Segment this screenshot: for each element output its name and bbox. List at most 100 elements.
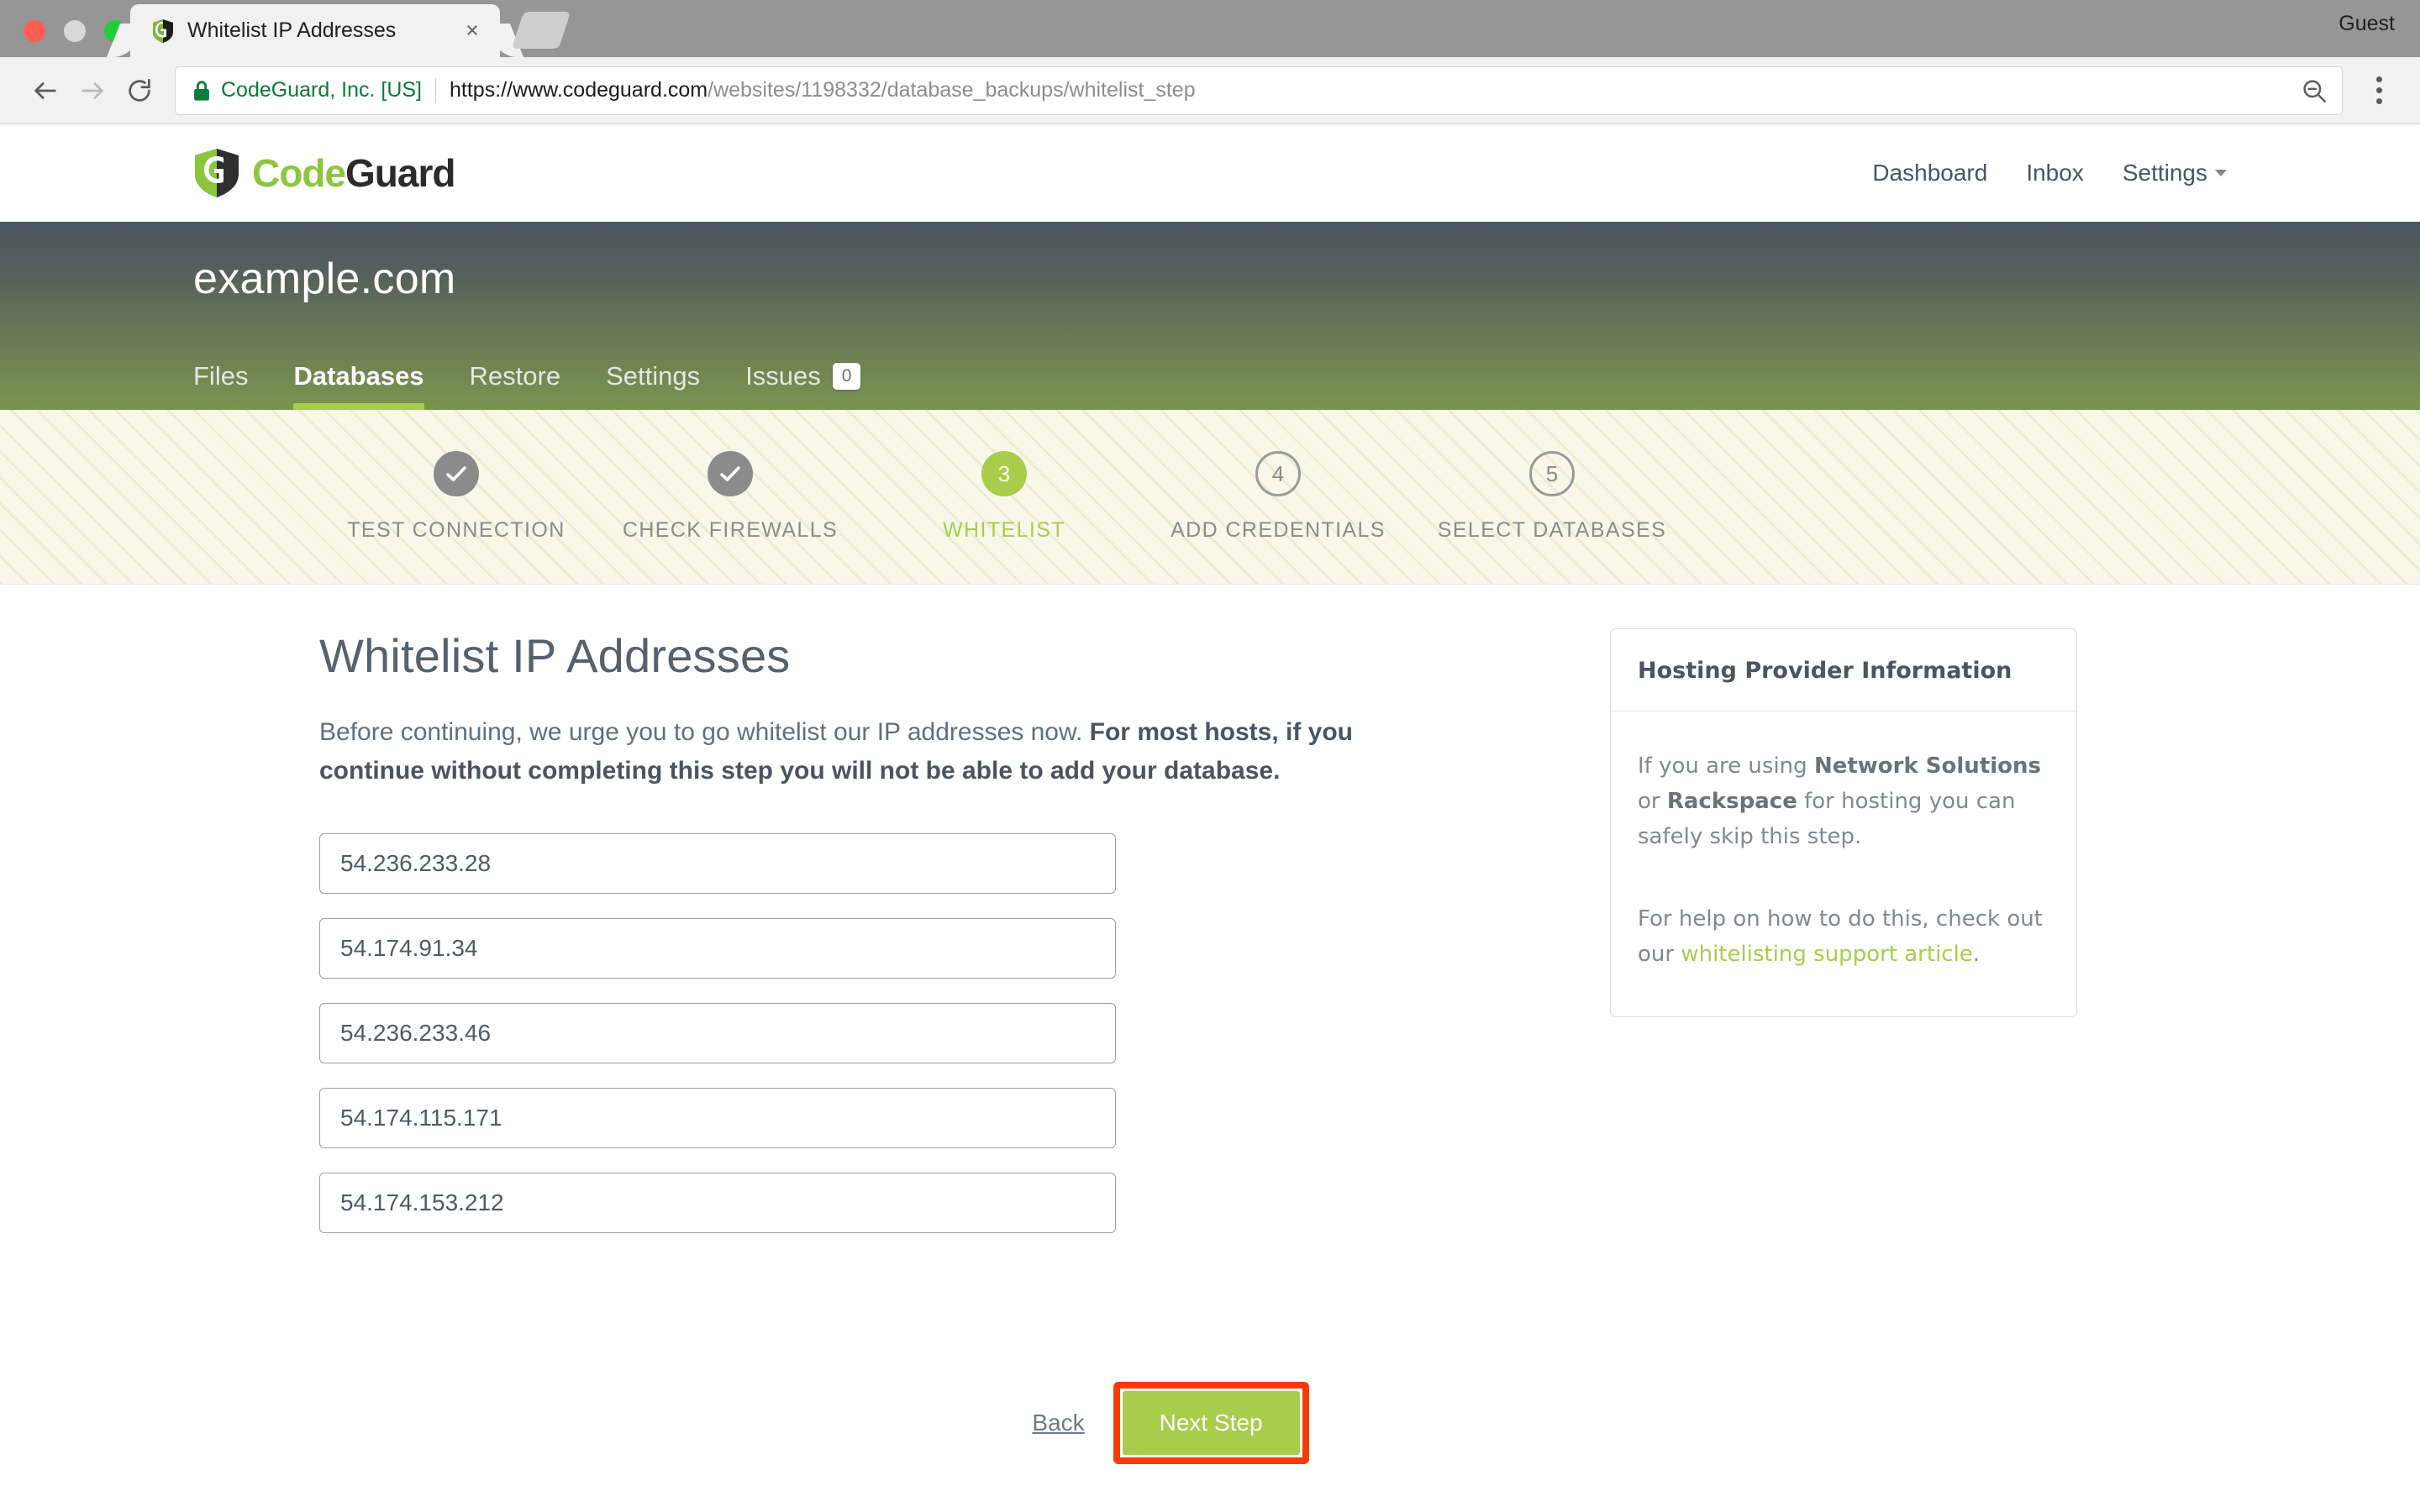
card-paragraph-2: For help on how to do this, check out ou…: [1638, 901, 2049, 972]
omnibox-divider: [435, 77, 437, 103]
card-p2-text-b: .: [1972, 942, 1981, 968]
ip-address-value: 54.174.115.171: [340, 1105, 502, 1131]
issues-count-badge: 0: [832, 363, 861, 390]
form-actions: Back Next Step: [193, 1382, 2227, 1465]
wizard-step-check-firewalls[interactable]: CHECK FIREWALLS: [593, 451, 867, 543]
ip-address-value: 54.236.233.46: [340, 1020, 492, 1047]
description-normal-text: Before continuing, we urge you to go whi…: [319, 718, 1090, 746]
close-icon[interactable]: ×: [458, 17, 487, 45]
browser-tab[interactable]: Whitelist IP Addresses ×: [130, 4, 500, 57]
nav-label-inbox: Inbox: [2026, 160, 2084, 186]
step-marker-3: 3: [981, 451, 1027, 496]
next-step-annotation-highlight: Next Step: [1113, 1382, 1309, 1465]
tab-files[interactable]: Files: [193, 361, 271, 410]
step-label-whitelist: WHITELIST: [943, 518, 1065, 542]
step-marker-5: 5: [1529, 451, 1575, 496]
website-tabs: Files Databases Restore Settings Issues …: [193, 361, 883, 410]
card-title: Hosting Provider Information: [1611, 629, 2076, 711]
nav-label-dashboard: Dashboard: [1872, 160, 1988, 186]
tab-label-databases: Databases: [293, 361, 424, 391]
provider-network-solutions: Network Solutions: [1813, 753, 2042, 779]
hosting-provider-info-card: Hosting Provider Information If you are …: [1610, 628, 2077, 1017]
chevron-down-icon: [2215, 170, 2227, 176]
window-controls: [24, 20, 126, 42]
wizard-step-test-connection[interactable]: TEST CONNECTION: [319, 451, 593, 543]
ip-address-field-2[interactable]: 54.174.91.34: [319, 918, 1116, 979]
wizard-step-whitelist[interactable]: 3 WHITELIST: [867, 451, 1141, 543]
logo-guard-text: Guard: [345, 151, 455, 195]
shield-logo-icon: [193, 147, 240, 199]
whitelist-form-column: Whitelist IP Addresses Before continuing…: [193, 628, 1479, 1257]
profile-guest-label[interactable]: Guest: [2338, 12, 2395, 36]
site-hero: example.com Files Databases Restore Sett…: [0, 222, 2420, 410]
back-link[interactable]: Back: [1032, 1410, 1084, 1436]
logo-code-text: Code: [252, 151, 346, 195]
ip-address-field-1[interactable]: 54.236.233.28: [319, 833, 1116, 895]
next-step-button[interactable]: Next Step: [1122, 1391, 1300, 1456]
nav-item-settings[interactable]: Settings: [2123, 160, 2227, 186]
ip-address-value: 54.174.91.34: [340, 935, 478, 962]
url-host: www.codeguard.com: [513, 78, 708, 102]
tab-title: Whitelist IP Addresses: [187, 18, 397, 42]
step-label-check-firewalls: CHECK FIREWALLS: [622, 518, 839, 542]
step-marker-4: 4: [1255, 451, 1301, 496]
wizard-step-select-databases[interactable]: 5 SELECT DATABASES: [1415, 451, 1689, 543]
card-body: If you are using Network Solutions or Ra…: [1611, 711, 2076, 1016]
minimize-window-button[interactable]: [64, 20, 86, 42]
site-identity-label: CodeGuard, Inc. [US]: [221, 78, 423, 102]
new-tab-button[interactable]: [511, 12, 571, 49]
main-navigation: Dashboard Inbox Settings: [1872, 160, 2227, 186]
zoom-out-magnifier-icon[interactable]: [2300, 76, 2328, 105]
codeguard-logo[interactable]: CodeGuard: [193, 147, 455, 199]
logo-wordmark: CodeGuard: [252, 154, 455, 192]
ip-address-value: 54.236.233.28: [340, 850, 492, 877]
tab-databases[interactable]: Databases: [271, 361, 446, 410]
tab-restore[interactable]: Restore: [447, 361, 584, 410]
step-label-test-connection: TEST CONNECTION: [347, 518, 566, 542]
ip-address-field-3[interactable]: 54.236.233.46: [319, 1003, 1116, 1064]
forward-arrow-icon: [69, 67, 116, 114]
sidebar-column: Hosting Provider Information If you are …: [1479, 628, 2227, 1257]
url-scheme: https://: [450, 78, 513, 102]
back-arrow-icon[interactable]: [22, 67, 69, 114]
main-content: Whitelist IP Addresses Before continuing…: [0, 585, 2420, 1512]
card-p1-text-a: If you are using: [1638, 753, 1814, 779]
close-window-button[interactable]: [24, 20, 45, 42]
step-label-add-credentials: ADD CREDENTIALS: [1171, 518, 1386, 542]
ip-address-value: 54.174.153.212: [340, 1189, 504, 1216]
nav-item-inbox[interactable]: Inbox: [2026, 160, 2084, 186]
nav-label-settings: Settings: [2122, 160, 2207, 186]
browser-toolbar: CodeGuard, Inc. [US] https://www.codegua…: [0, 57, 2420, 124]
tab-issues[interactable]: Issues 0: [723, 361, 883, 410]
step-marker-done-icon: [708, 451, 753, 496]
three-dot-menu-icon[interactable]: [2360, 70, 2398, 112]
page-description: Before continuing, we urge you to go whi…: [319, 713, 1437, 790]
browser-window: Whitelist IP Addresses × Guest CodeGuard…: [0, 0, 2420, 1512]
reload-icon[interactable]: [116, 67, 163, 114]
page-content: CodeGuard Dashboard Inbox Settings examp…: [0, 124, 2420, 1512]
card-p1-text-c: or: [1638, 789, 1667, 815]
tab-label-settings: Settings: [606, 361, 701, 391]
tab-settings[interactable]: Settings: [583, 361, 723, 410]
address-bar[interactable]: CodeGuard, Inc. [US] https://www.codegua…: [175, 66, 2343, 115]
page-title: Whitelist IP Addresses: [319, 629, 791, 682]
url-text: https://www.codeguard.com/websites/11983…: [450, 78, 1196, 102]
ip-address-field-4[interactable]: 54.174.115.171: [319, 1088, 1116, 1149]
website-title: example.com: [193, 255, 456, 303]
tab-label-restore: Restore: [469, 361, 561, 391]
tab-label-issues: Issues: [745, 361, 821, 391]
nav-item-dashboard[interactable]: Dashboard: [1872, 160, 1987, 186]
tab-label-files: Files: [193, 361, 249, 391]
site-header: CodeGuard Dashboard Inbox Settings: [0, 124, 2420, 222]
step-marker-done-icon: [434, 451, 479, 496]
step-label-select-databases: SELECT DATABASES: [1437, 518, 1667, 542]
lock-icon: [192, 80, 211, 102]
ip-address-field-5[interactable]: 54.174.153.212: [319, 1173, 1116, 1234]
codeguard-shield-icon: [152, 18, 174, 44]
url-path: /websites/1198332/database_backups/white…: [708, 78, 1196, 102]
wizard-step-add-credentials[interactable]: 4 ADD CREDENTIALS: [1141, 451, 1415, 543]
provider-rackspace: Rackspace: [1666, 789, 1797, 815]
whitelisting-support-article-link[interactable]: whitelisting support article: [1681, 942, 1972, 967]
browser-titlebar: Whitelist IP Addresses × Guest: [0, 0, 2420, 57]
setup-wizard-progress: TEST CONNECTION CHECK FIREWALLS 3 WHITEL…: [0, 410, 2420, 585]
